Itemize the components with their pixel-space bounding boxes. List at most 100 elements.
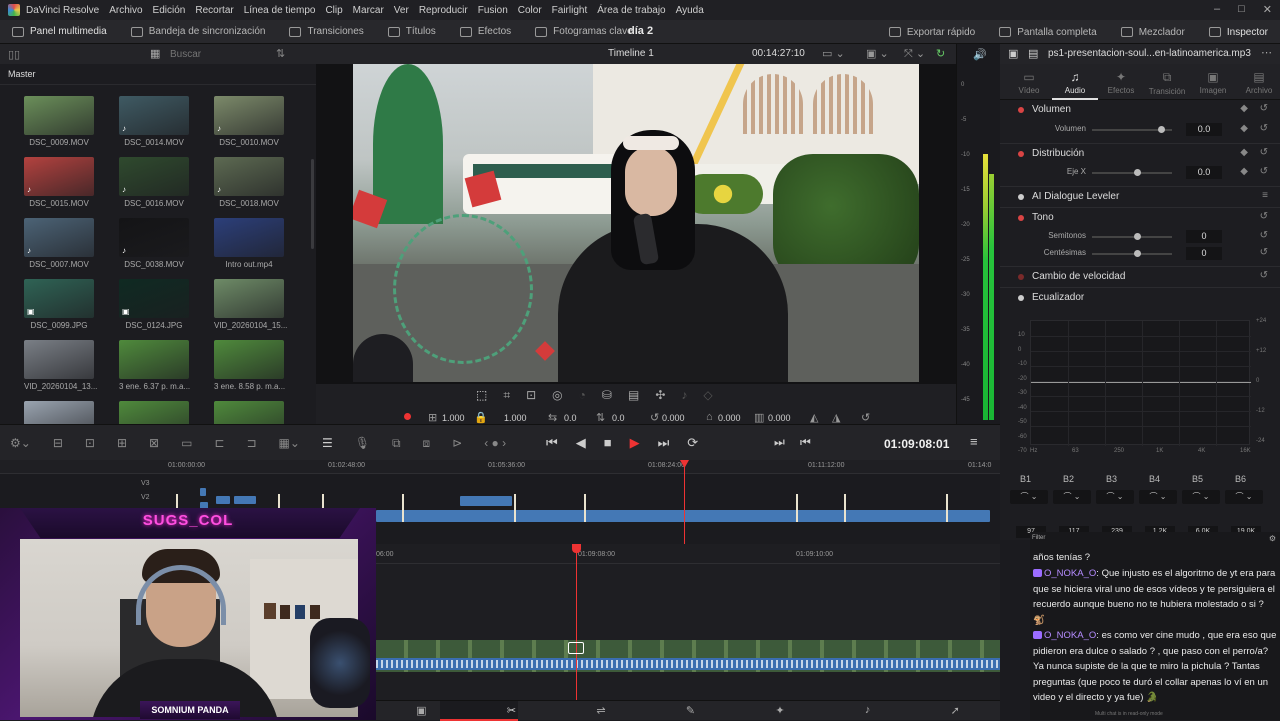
- media-clip[interactable]: ♪ DSC_0016.MOV: [119, 157, 189, 208]
- crop-icon[interactable]: ⌗: [503, 388, 510, 403]
- reset-icon[interactable]: ↺: [1260, 147, 1268, 158]
- timeline-view-icon[interactable]: ⚙⌄: [10, 436, 31, 451]
- insert-clip-icon[interactable]: ⊟: [53, 436, 63, 451]
- flip-horizontal-icon[interactable]: ◭: [810, 411, 818, 424]
- timeline-clip[interactable]: [460, 496, 512, 506]
- media-clip[interactable]: 3 ene. 6.37 p. m.a...: [119, 340, 190, 391]
- transform-tool-icon[interactable]: ⤧ ⌄: [904, 47, 925, 61]
- place-on-top-icon[interactable]: ⊠: [149, 436, 159, 451]
- section-distribucion[interactable]: Distribución ◆ ↺: [1000, 143, 1280, 163]
- clip-view-icon[interactable]: ▣ ⌄: [866, 47, 889, 60]
- media-clip[interactable]: DSC_0009.MOV: [24, 96, 94, 147]
- crop-value[interactable]: 0.000: [718, 413, 741, 423]
- menu-item-10[interactable]: Color: [518, 5, 542, 16]
- link-icon[interactable]: ⧉: [392, 436, 401, 451]
- zoom-x-value[interactable]: 1.000: [442, 413, 465, 423]
- toolbar-effects-button[interactable]: Efectos: [448, 26, 523, 37]
- timeline-clip[interactable]: [216, 496, 230, 504]
- band-filter-dropdown[interactable]: ⌒ ⌄: [1010, 490, 1048, 504]
- toolbar-export-button[interactable]: Exportar rápido: [877, 27, 987, 38]
- section-tono[interactable]: Tono ↺: [1000, 207, 1280, 227]
- deliver-page-icon[interactable]: ➚: [951, 704, 960, 717]
- drag-handle-icon[interactable]: ≡: [1262, 190, 1268, 201]
- cut-page-icon[interactable]: ✂: [507, 704, 516, 717]
- timeline-clip[interactable]: [234, 496, 256, 504]
- enable-dot[interactable]: [1018, 295, 1024, 301]
- playhead-line[interactable]: [684, 460, 685, 544]
- smart-reframe-icon[interactable]: ◔: [579, 388, 586, 403]
- keyframe-icon[interactable]: ◆: [1240, 123, 1248, 134]
- chat-filter[interactable]: Filter: [1032, 535, 1045, 541]
- menu-item-12[interactable]: Área de trabajo: [597, 5, 665, 16]
- semitonos-value[interactable]: 0: [1186, 230, 1222, 243]
- enable-dot[interactable]: [1018, 215, 1024, 221]
- reset-icon[interactable]: ↺: [1260, 123, 1268, 134]
- menu-item-8[interactable]: Reproducir: [419, 5, 468, 16]
- menu-item-5[interactable]: Clip: [325, 5, 342, 16]
- menu-item-13[interactable]: Ayuda: [676, 5, 704, 16]
- tab-imagen[interactable]: ▣ Imagen: [1190, 70, 1236, 100]
- dynamic-zoom-icon[interactable]: ⊡: [526, 388, 536, 403]
- lock-icon[interactable]: 🔒: [474, 411, 488, 424]
- menu-icon[interactable]: ≡: [970, 434, 978, 449]
- sidebar-toggle-icon[interactable]: ▯▯: [8, 48, 20, 61]
- enable-dot[interactable]: [1018, 274, 1024, 280]
- marker-nav-icon[interactable]: ‹ ● ›: [484, 436, 506, 451]
- enable-dot[interactable]: [1018, 151, 1024, 157]
- stop-icon[interactable]: ■: [604, 435, 612, 451]
- stabilize-icon[interactable]: ▤: [628, 388, 639, 403]
- snap-icon[interactable]: ⧈: [423, 436, 431, 451]
- go-to-start-icon[interactable]: ⏮: [546, 435, 558, 451]
- band-filter-dropdown[interactable]: ⌒ ⌄: [1182, 490, 1220, 504]
- tab-efectos[interactable]: ✦ Efectos: [1098, 70, 1144, 100]
- eq-graph[interactable]: [1030, 320, 1251, 446]
- source-overwrite-icon[interactable]: ▦⌄: [279, 436, 300, 451]
- play-icon[interactable]: ▶: [630, 435, 640, 451]
- previous-edit-icon[interactable]: ⏮: [800, 435, 811, 450]
- ripple-icon[interactable]: ⊏: [214, 436, 224, 451]
- audio-icon[interactable]: ♪: [681, 388, 687, 403]
- flip-vertical-icon[interactable]: ◮: [832, 411, 840, 424]
- reset-icon[interactable]: ↺: [1260, 211, 1268, 222]
- reset-icon[interactable]: ↺: [1260, 230, 1268, 241]
- close-icon[interactable]: ✕: [1263, 3, 1272, 16]
- reset-icon[interactable]: ↺: [1260, 247, 1268, 258]
- edit-page-icon[interactable]: ⇌: [596, 704, 605, 717]
- eje-x-slider[interactable]: [1092, 172, 1172, 174]
- reset-icon[interactable]: ↺: [1260, 166, 1268, 177]
- centesimas-slider[interactable]: [1092, 253, 1172, 255]
- eje-x-slider-knob[interactable]: [1134, 169, 1141, 176]
- mask-icon[interactable]: ◎: [552, 388, 562, 403]
- bin-master[interactable]: Master: [8, 69, 36, 79]
- grid-view-icon[interactable]: ▦: [150, 47, 160, 60]
- band-filter-dropdown[interactable]: ⌒ ⌄: [1053, 490, 1091, 504]
- menu-item-7[interactable]: Ver: [394, 5, 409, 16]
- speaker-icon[interactable]: 🔊: [973, 48, 987, 61]
- chat-username[interactable]: O_NOKA_O: [1044, 630, 1096, 641]
- video-viewer[interactable]: [316, 64, 956, 384]
- menu-item-2[interactable]: Edición: [153, 5, 186, 16]
- settings-icon[interactable]: ⚙: [1269, 534, 1276, 543]
- toolbar-keyframes-button[interactable]: Fotogramas clave: [523, 26, 644, 37]
- trim-mode-icon[interactable]: ⊳: [452, 436, 462, 451]
- section-volumen[interactable]: Volumen ◆ ↺: [1000, 100, 1280, 120]
- timeline-options-icon[interactable]: ☰: [322, 436, 333, 451]
- refresh-icon[interactable]: ↻: [936, 47, 945, 60]
- overwrite-clip-icon[interactable]: ⊡: [85, 436, 95, 451]
- loop-icon[interactable]: ⟳: [687, 435, 698, 451]
- menu-item-3[interactable]: Recortar: [195, 5, 233, 16]
- section-cambio-de-velocidad[interactable]: Cambio de velocidad ↺: [1000, 266, 1280, 286]
- viewer-options-icon[interactable]: ▭ ⌄: [822, 47, 845, 60]
- media-clip[interactable]: ▣ DSC_0099.JPG: [24, 279, 94, 330]
- timeline-clip[interactable]: [376, 510, 990, 522]
- fusion-page-icon[interactable]: ✎: [686, 704, 695, 717]
- chat-username[interactable]: O_NOKA_O: [1044, 568, 1096, 579]
- toolbar-fullscreen-button[interactable]: Pantalla completa: [987, 27, 1109, 38]
- tab-archivo[interactable]: ▤ Archivo: [1236, 70, 1280, 100]
- section-ecualizador[interactable]: Ecualizador: [1000, 287, 1280, 307]
- timeline-detail[interactable]: 06:00 01:09:08:00 01:09:10:00: [376, 544, 1000, 700]
- enable-dot[interactable]: [1018, 194, 1024, 200]
- menu-item-4[interactable]: Línea de tiempo: [244, 5, 316, 16]
- menu-item-9[interactable]: Fusion: [478, 5, 508, 16]
- keyframe-icon[interactable]: ◆: [1240, 147, 1248, 158]
